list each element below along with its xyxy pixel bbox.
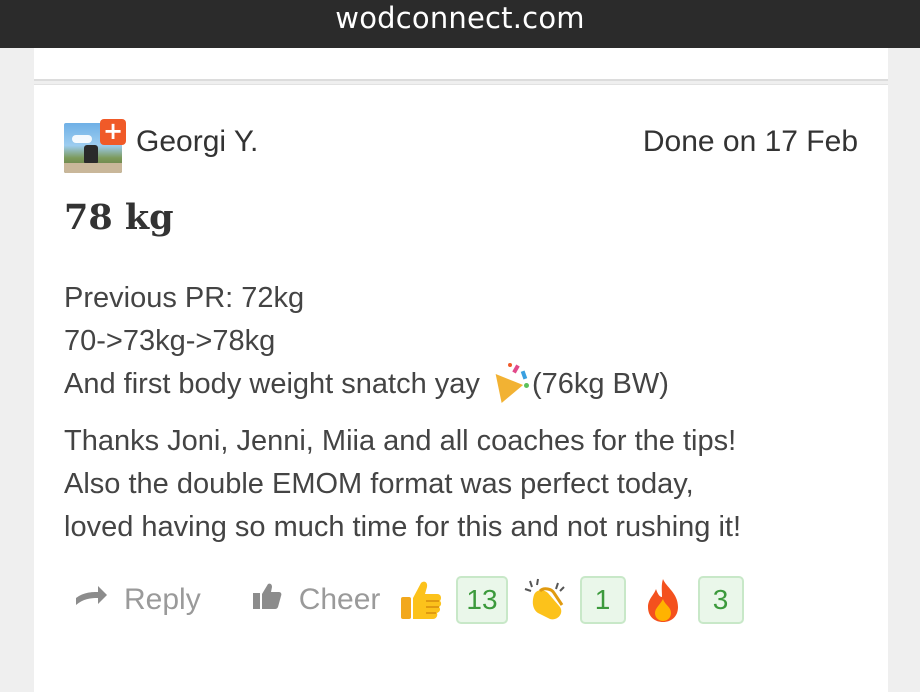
description-line: 70->73kg->78kg [64,325,276,357]
avatar[interactable]: + [64,119,126,173]
description-line: Previous PR: 72kg [64,282,305,314]
reaction-count: 13 [456,576,508,624]
author-name[interactable]: Georgi Y. [136,125,258,159]
reaction-fire[interactable]: 3 [640,576,744,624]
browser-url-bar[interactable]: wodconnect.com [0,0,920,48]
reaction-count: 1 [579,576,626,624]
plus-icon: + [100,119,126,145]
workout-result: 78 kg [64,197,174,238]
description-line: Thanks Joni, Jenni, Miia and all coaches… [64,425,737,457]
thumbs-up-icon [398,577,444,623]
previous-post-card [34,48,888,81]
page-margin-right [888,48,920,692]
reaction-clap[interactable]: 1 [522,576,626,624]
party-popper-icon [484,363,532,403]
cheer-label: Cheer [298,583,381,616]
description-line: loved having so much time for this and n… [64,511,742,543]
fire-icon [640,577,686,623]
page-margin-left [0,48,34,692]
reaction-count: 3 [697,576,744,624]
thumbs-up-outline-icon [251,580,283,620]
clapping-hands-icon [522,577,568,623]
reply-label: Reply [124,583,201,616]
reply-arrow-icon [74,583,108,617]
workout-post-card: + Georgi Y. Done on 17 Feb 78 kg Previou… [34,84,888,692]
post-description: Previous PR: 72kg 70->73kg->78kg And fir… [64,277,864,549]
url-text: wodconnect.com [335,1,585,35]
reaction-thumbs-up[interactable]: 13 [398,576,508,624]
description-line: Also the double EMOM format was perfect … [64,468,694,500]
done-date: Done on 17 Feb [642,125,858,158]
post-actions: Reply Cheer 13 1 3 [74,575,758,625]
cheer-button[interactable]: Cheer [251,580,381,620]
description-line: And first body weight snatch yay (76kg B… [64,363,864,406]
reply-button[interactable]: Reply [74,583,201,617]
